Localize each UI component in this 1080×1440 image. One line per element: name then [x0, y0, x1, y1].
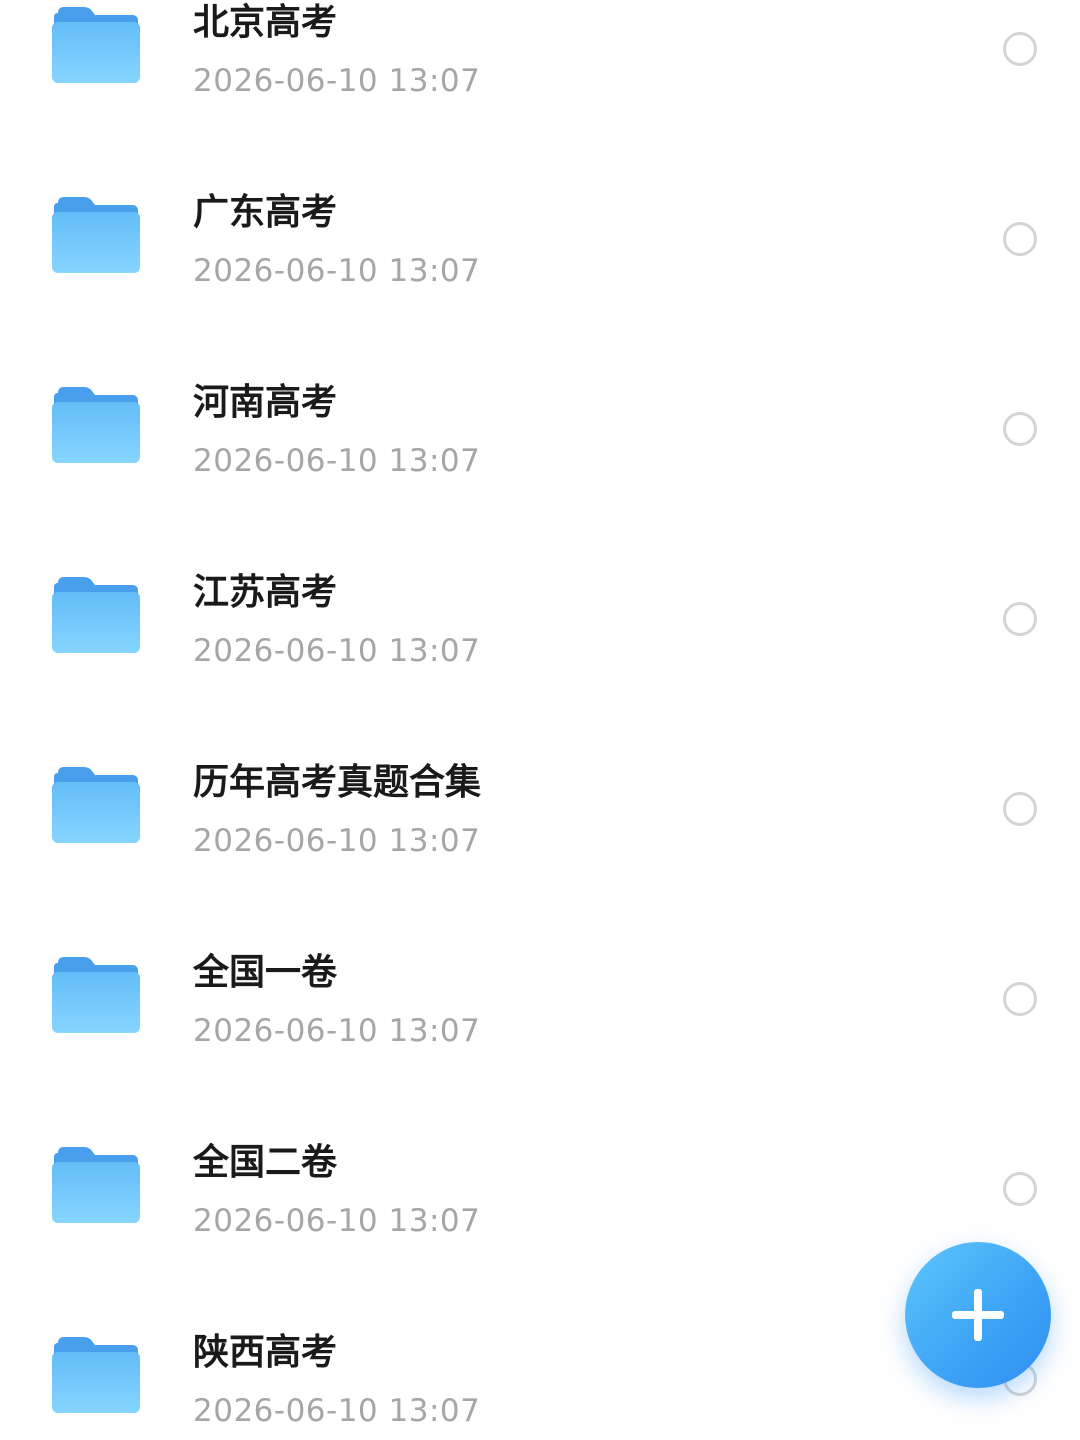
folder-name: 江苏高考: [193, 572, 338, 613]
folder-date: 2026-06-10 13:07: [193, 253, 481, 289]
plus-icon: [952, 1289, 1004, 1341]
folder-icon: [52, 1147, 140, 1223]
folder-row[interactable]: 广东高考 2026-06-10 13:07: [0, 143, 1080, 333]
select-circle-icon[interactable]: [1003, 792, 1037, 826]
folder-date: 2026-06-10 13:07: [193, 823, 481, 859]
folder-date: 2026-06-10 13:07: [193, 443, 481, 479]
folder-row[interactable]: 北京高考 2026-06-10 13:07: [0, 0, 1080, 143]
folder-name: 历年高考真题合集: [193, 762, 482, 803]
folder-name: 全国二卷: [193, 1142, 338, 1183]
folder-name: 广东高考: [193, 192, 338, 233]
folder-row[interactable]: 江苏高考 2026-06-10 13:07: [0, 523, 1080, 713]
select-circle-icon[interactable]: [1003, 412, 1037, 446]
folder-icon: [52, 767, 140, 843]
select-circle-icon[interactable]: [1003, 32, 1037, 66]
select-circle-icon[interactable]: [1003, 982, 1037, 1016]
folder-row[interactable]: 全国二卷 2026-06-10 13:07: [0, 1093, 1080, 1283]
folder-icon: [52, 1337, 140, 1413]
folder-icon: [52, 387, 140, 463]
folder-date: 2026-06-10 13:07: [193, 1203, 481, 1239]
select-circle-icon[interactable]: [1003, 1172, 1037, 1206]
folder-name: 陕西高考: [193, 1332, 338, 1373]
folder-icon: [52, 197, 140, 273]
select-circle-icon[interactable]: [1003, 602, 1037, 636]
select-circle-icon[interactable]: [1003, 222, 1037, 256]
folder-list: 北京高考 2026-06-10 13:07 广东高考 2026-06-10 13…: [0, 0, 1080, 1440]
folder-date: 2026-06-10 13:07: [193, 63, 481, 99]
folder-date: 2026-06-10 13:07: [193, 1013, 481, 1049]
folder-date: 2026-06-10 13:07: [193, 633, 481, 669]
folder-name: 河南高考: [193, 382, 338, 423]
folder-name: 北京高考: [193, 2, 338, 43]
folder-name: 全国一卷: [193, 952, 338, 993]
folder-row[interactable]: 全国一卷 2026-06-10 13:07: [0, 903, 1080, 1093]
folder-row[interactable]: 河南高考 2026-06-10 13:07: [0, 333, 1080, 523]
folder-icon: [52, 577, 140, 653]
folder-icon: [52, 957, 140, 1033]
folder-row[interactable]: 历年高考真题合集 2026-06-10 13:07: [0, 713, 1080, 903]
folder-icon: [52, 7, 140, 83]
add-button[interactable]: [905, 1242, 1051, 1388]
folder-date: 2026-06-10 13:07: [193, 1393, 481, 1429]
